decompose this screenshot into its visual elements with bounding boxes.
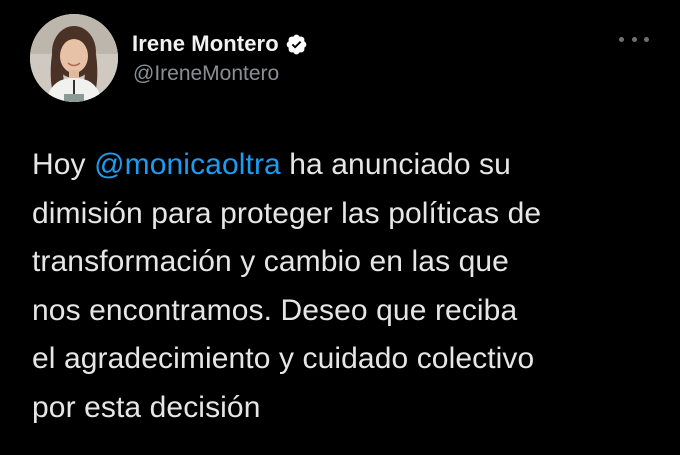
tweet-line: nos encontramos. Deseo que reciba — [32, 293, 518, 327]
more-options-icon[interactable] — [619, 32, 649, 46]
mention-link[interactable]: @monicaoltra — [94, 148, 281, 181]
tweet-line: transformación y cambio en las que — [32, 245, 509, 278]
more-dot — [644, 36, 649, 42]
tweet-line: el agradecimiento y cuidado colectivo — [32, 342, 535, 375]
tweet-line: dimisión para proteger las políticas de — [32, 196, 542, 230]
more-dot — [619, 36, 624, 42]
profile-avatar[interactable] — [30, 14, 118, 102]
tweet-card: Irene Montero @IreneMontero Hoy @monicao… — [0, 0, 680, 455]
author-handle[interactable]: @IreneMontero — [133, 62, 279, 86]
tweet-text: Hoy @monicaoltra ha anunciado su dimisió… — [32, 141, 672, 432]
author-name-row: Irene Montero — [132, 30, 308, 58]
tweet-text-segment: Hoy — [32, 148, 95, 181]
tweet-line: Hoy @monicaoltra ha anunciado su — [32, 141, 672, 190]
tweet-text-segment: ha anunciado su — [280, 148, 511, 181]
author-display-name[interactable]: Irene Montero — [132, 31, 279, 57]
avatar-image — [30, 14, 118, 102]
more-dot — [631, 36, 637, 42]
tweet-line: por esta decisión — [32, 390, 261, 424]
verified-badge-icon — [285, 33, 308, 56]
